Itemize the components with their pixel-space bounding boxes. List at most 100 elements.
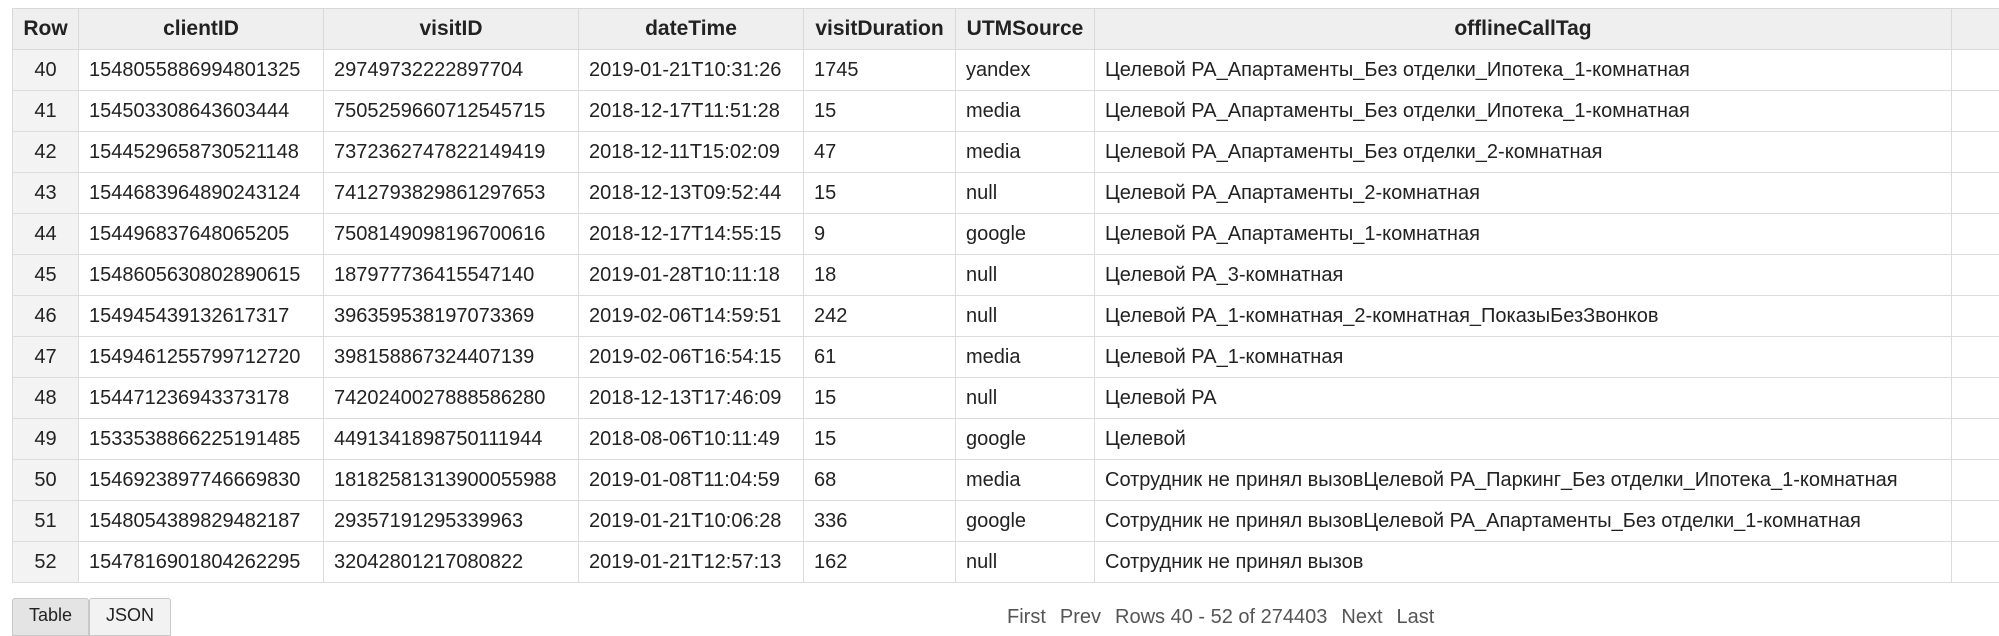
cell-utmsource: google (956, 214, 1095, 255)
cell-clientid: 1548055886994801325 (79, 50, 324, 91)
cell-clientid: 154945439132617317 (79, 296, 324, 337)
row-filler (1952, 419, 1999, 460)
cell-visitid: 7505259660712545715 (324, 91, 579, 132)
cell-visitduration: 15 (804, 91, 956, 132)
col-header-visitduration[interactable]: visitDuration (804, 9, 956, 50)
col-header-datetime[interactable]: dateTime (579, 9, 804, 50)
row-filler (1952, 214, 1999, 255)
cell-offlinecalltag: Целевой РА_1-комнатная (1095, 337, 1952, 378)
cell-row-number: 44 (13, 214, 79, 255)
table-row: 4315446839648902431247412793829861297653… (13, 173, 1999, 214)
cell-visitduration: 47 (804, 132, 956, 173)
cell-row-number: 48 (13, 378, 79, 419)
cell-offlinecalltag: Сотрудник не принял вызовЦелевой РА_Апар… (1095, 501, 1952, 542)
tab-json[interactable]: JSON (89, 598, 171, 636)
cell-offlinecalltag: Целевой (1095, 419, 1952, 460)
cell-visitduration: 68 (804, 460, 956, 501)
col-header-visitid[interactable]: visitID (324, 9, 579, 50)
cell-offlinecalltag: Целевой РА_Апартаменты_1-комнатная (1095, 214, 1952, 255)
cell-utmsource: yandex (956, 50, 1095, 91)
results-footer: Table JSON First Prev Rows 40 - 52 of 27… (12, 598, 1999, 628)
col-header-utmsource[interactable]: UTMSource (956, 9, 1095, 50)
cell-visitduration: 61 (804, 337, 956, 378)
cell-datetime: 2019-02-06T14:59:51 (579, 296, 804, 337)
tab-table[interactable]: Table (12, 598, 89, 636)
row-filler (1952, 173, 1999, 214)
cell-datetime: 2019-01-28T10:11:18 (579, 255, 804, 296)
table-body: 4015480558869948013252974973222289770420… (13, 50, 1999, 583)
cell-clientid: 1547816901804262295 (79, 542, 324, 583)
cell-datetime: 2019-01-21T10:31:26 (579, 50, 804, 91)
cell-clientid: 1548054389829482187 (79, 501, 324, 542)
cell-visitid: 4491341898750111944 (324, 419, 579, 460)
table-row: 4415449683764806520575081490981967006162… (13, 214, 1999, 255)
pager-range-label: Rows 40 - 52 of 274403 (1115, 606, 1327, 629)
row-filler (1952, 255, 1999, 296)
cell-visitid: 7420240027888586280 (324, 378, 579, 419)
cell-datetime: 2018-12-17T14:55:15 (579, 214, 804, 255)
table-row: 5015469238977466698301818258131390005598… (13, 460, 1999, 501)
results-table: Row clientID visitID dateTime visitDurat… (12, 8, 1999, 583)
pager-prev-link[interactable]: Prev (1060, 606, 1101, 629)
cell-visitduration: 9 (804, 214, 956, 255)
cell-visitid: 29357191295339963 (324, 501, 579, 542)
table-row: 4915335388662251914854491341898750111944… (13, 419, 1999, 460)
row-filler (1952, 378, 1999, 419)
cell-utmsource: null (956, 255, 1095, 296)
cell-offlinecalltag: Целевой РА (1095, 378, 1952, 419)
table-row: 4715494612557997127203981588673244071392… (13, 337, 1999, 378)
table-row: 4815447123694337317874202400278885862802… (13, 378, 1999, 419)
pager-next-link[interactable]: Next (1341, 606, 1382, 629)
cell-utmsource: media (956, 132, 1095, 173)
cell-row-number: 46 (13, 296, 79, 337)
cell-datetime: 2018-08-06T10:11:49 (579, 419, 804, 460)
col-header-row[interactable]: Row (13, 9, 79, 50)
cell-clientid: 154496837648065205 (79, 214, 324, 255)
cell-visitid: 18182581313900055988 (324, 460, 579, 501)
cell-row-number: 42 (13, 132, 79, 173)
cell-offlinecalltag: Целевой РА_Апартаменты_Без отделки_Ипоте… (1095, 50, 1952, 91)
cell-utmsource: null (956, 378, 1095, 419)
cell-row-number: 47 (13, 337, 79, 378)
cell-clientid: 1544683964890243124 (79, 173, 324, 214)
cell-visitduration: 336 (804, 501, 956, 542)
cell-clientid: 1533538866225191485 (79, 419, 324, 460)
cell-visitid: 29749732222897704 (324, 50, 579, 91)
results-grid: Row clientID visitID dateTime visitDurat… (12, 8, 1999, 583)
row-filler (1952, 337, 1999, 378)
cell-offlinecalltag: Целевой РА_Апартаменты_Без отделки_2-ком… (1095, 132, 1952, 173)
table-row: 4215445296587305211487372362747822149419… (13, 132, 1999, 173)
cell-clientid: 1546923897746669830 (79, 460, 324, 501)
cell-visitduration: 1745 (804, 50, 956, 91)
cell-utmsource: null (956, 542, 1095, 583)
pager-last-link[interactable]: Last (1397, 606, 1435, 629)
pager-first-link[interactable]: First (1007, 606, 1046, 629)
cell-row-number: 49 (13, 419, 79, 460)
cell-row-number: 51 (13, 501, 79, 542)
cell-visitduration: 15 (804, 378, 956, 419)
row-filler (1952, 91, 1999, 132)
row-filler (1952, 542, 1999, 583)
cell-clientid: 154471236943373178 (79, 378, 324, 419)
cell-utmsource: null (956, 296, 1095, 337)
table-row: 5215478169018042622953204280121708082220… (13, 542, 1999, 583)
cell-visitid: 7412793829861297653 (324, 173, 579, 214)
col-header-clientid[interactable]: clientID (79, 9, 324, 50)
cell-visitid: 187977736415547140 (324, 255, 579, 296)
cell-clientid: 1544529658730521148 (79, 132, 324, 173)
col-header-offlinecalltag[interactable]: offlineCallTag (1095, 9, 1952, 50)
cell-clientid: 154503308643603444 (79, 91, 324, 132)
cell-datetime: 2018-12-11T15:02:09 (579, 132, 804, 173)
cell-datetime: 2019-01-21T12:57:13 (579, 542, 804, 583)
cell-datetime: 2018-12-17T11:51:28 (579, 91, 804, 132)
cell-offlinecalltag: Целевой РА_Апартаменты_Без отделки_Ипоте… (1095, 91, 1952, 132)
cell-row-number: 52 (13, 542, 79, 583)
row-filler (1952, 50, 1999, 91)
cell-visitid: 396359538197073369 (324, 296, 579, 337)
cell-offlinecalltag: Сотрудник не принял вызовЦелевой РА_Парк… (1095, 460, 1952, 501)
table-row: 4015480558869948013252974973222289770420… (13, 50, 1999, 91)
cell-datetime: 2018-12-13T17:46:09 (579, 378, 804, 419)
cell-visitid: 7372362747822149419 (324, 132, 579, 173)
cell-visitduration: 15 (804, 173, 956, 214)
cell-offlinecalltag: Сотрудник не принял вызов (1095, 542, 1952, 583)
